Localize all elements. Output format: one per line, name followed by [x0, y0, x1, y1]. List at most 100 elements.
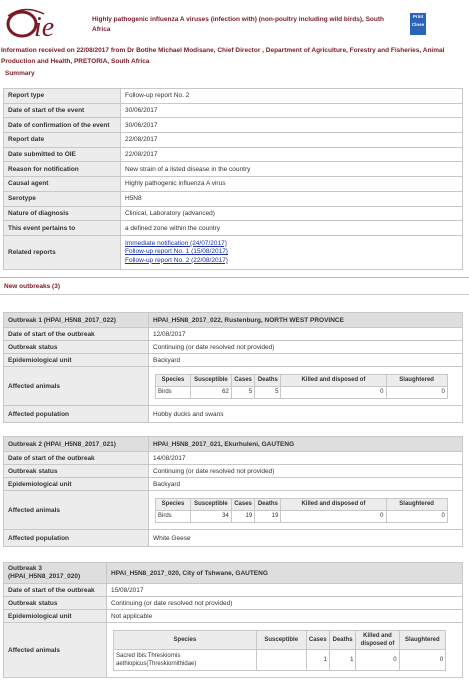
species-cell: Birds — [154, 509, 192, 523]
column-header: Slaughtered — [385, 373, 448, 387]
summary-row: Causal agent Highly pathogenic influenza … — [3, 176, 463, 192]
deaths-cell: 1 — [328, 648, 357, 671]
outbreak-name: Outbreak 1 (HPAI_H5N8_2017_022) — [3, 312, 149, 328]
related-reports-row: Related reports Immediate notification (… — [3, 234, 463, 270]
close-label[interactable]: Close — [410, 21, 426, 29]
deaths-cell: 19 — [254, 509, 282, 523]
row-label: Affected animals — [3, 366, 149, 406]
column-header: Slaughtered — [398, 629, 447, 650]
summary-row: This event pertains to a defined zone wit… — [3, 220, 463, 236]
killed-cell: 0 — [280, 385, 387, 399]
print-close-button[interactable]: Print Close — [410, 13, 426, 35]
animals-table: Species Susceptible Cases Deaths Killed … — [154, 497, 448, 523]
report-title: Highly pathogenic influenza A viruses (i… — [92, 16, 385, 33]
row-label: Serotype — [3, 190, 121, 207]
outbreak-table: Outbreak 1 (HPAI_H5N8_2017_022) HPAI_H5N… — [3, 312, 463, 423]
column-header: Deaths — [254, 497, 282, 511]
column-header: Susceptible — [190, 497, 232, 511]
column-header: Slaughtered — [385, 497, 448, 511]
divider — [0, 294, 469, 295]
row-value: H5N8 — [120, 190, 463, 207]
summary-row: Report type Follow-up report No. 2 — [3, 88, 463, 104]
susceptible-cell — [255, 648, 307, 671]
start-date: 15/08/2017 — [106, 583, 463, 597]
summary-row: Nature of diagnosis Clinical, Laboratory … — [3, 205, 463, 222]
row-label: Date of start of the outbreak — [3, 327, 149, 341]
row-label: Date submitted to OIE — [3, 146, 121, 163]
species-cell: Birds — [154, 385, 192, 399]
affected-animals-cell: Species Susceptible Cases Deaths Killed … — [106, 622, 463, 678]
summary-row: Date submitted to OIE 22/08/2017 — [3, 146, 463, 163]
row-value: 22/08/2017 — [120, 146, 463, 163]
affected-animals-cell: Species Susceptible Cases Deaths Killed … — [148, 366, 463, 406]
column-header: Species — [154, 497, 192, 511]
outbreak-status: Continuing (or date resolved not provide… — [148, 340, 463, 354]
information-received: Information received on 22/08/2017 from … — [1, 47, 445, 65]
row-label: Report date — [3, 132, 121, 148]
column-header: Killed and disposed of — [355, 629, 400, 650]
row-value: a defined zone within the country — [120, 220, 463, 236]
animals-table: Species Susceptible Cases Deaths Killed … — [154, 373, 448, 399]
susceptible-cell: 62 — [190, 385, 232, 399]
summary-row: Serotype H5N8 — [3, 190, 463, 207]
row-label: Affected animals — [3, 490, 149, 530]
killed-cell: 0 — [355, 648, 400, 671]
row-label: Epidemiological unit — [3, 353, 149, 367]
start-date: 12/08/2017 — [148, 327, 463, 341]
summary-heading: Summary — [5, 70, 35, 77]
species-cell: Sacred Ibis:Threskiornis aethiopicus(Thr… — [113, 648, 257, 671]
row-label: Nature of diagnosis — [3, 205, 121, 222]
deaths-cell: 5 — [254, 385, 282, 399]
row-label: Outbreak status — [3, 464, 149, 478]
link-follow-up-1[interactable]: Follow-up report No. 1 (15/08/2017) — [125, 248, 458, 257]
slaughtered-cell: 0 — [385, 509, 448, 523]
row-label: Date of start of the outbreak — [3, 451, 149, 465]
divider — [0, 277, 469, 278]
column-header: Cases — [230, 373, 256, 387]
summary-row: Reason for notification New strain of a l… — [3, 161, 463, 178]
cases-cell: 5 — [230, 385, 256, 399]
svg-text:ie: ie — [34, 12, 54, 40]
row-label: Epidemiological unit — [3, 477, 149, 491]
epidemiological-unit: Backyard — [148, 477, 463, 491]
column-header: Cases — [230, 497, 256, 511]
row-value: Clinical, Laboratory (advanced) — [120, 205, 463, 222]
row-label: Outbreak status — [3, 596, 107, 610]
slaughtered-cell: 0 — [385, 385, 448, 399]
row-value: Highly pathogenic influenza A virus — [120, 176, 463, 192]
summary-row: Date of confirmation of the event 30/06/2… — [3, 117, 463, 134]
summary-row: Date of start of the event 30/06/2017 — [3, 102, 463, 119]
row-label: Affected population — [3, 405, 149, 423]
affected-population: Hobby ducks and swans — [148, 405, 463, 423]
outbreak-name: Outbreak 2 (HPAI_H5N8_2017_021) — [3, 436, 149, 452]
row-label: Reason for notification — [3, 161, 121, 178]
row-label: Related reports — [3, 234, 121, 270]
row-label: Outbreak status — [3, 340, 149, 354]
row-value: Follow-up report No. 2 — [120, 88, 463, 104]
row-label: Affected population — [3, 529, 149, 547]
slaughtered-cell: 0 — [398, 648, 447, 671]
column-header: Killed and disposed of — [280, 373, 387, 387]
start-date: 14/08/2017 — [148, 451, 463, 465]
link-immediate-notification[interactable]: Immediate notification (24/07/2017) — [125, 240, 458, 249]
row-value: 30/06/2017 — [120, 102, 463, 119]
row-label: Date of start of the event — [3, 102, 121, 119]
column-header: Killed and disposed of — [280, 497, 387, 511]
row-label: Epidemiological unit — [3, 609, 107, 623]
outbreak-status: Continuing (or date resolved not provide… — [148, 464, 463, 478]
affected-animals-cell: Species Susceptible Cases Deaths Killed … — [148, 490, 463, 530]
row-label: Date of confirmation of the event — [3, 117, 121, 134]
row-label: This event pertains to — [3, 220, 121, 236]
print-label[interactable]: Print — [410, 13, 426, 21]
row-value: 30/06/2017 — [120, 117, 463, 134]
outbreak-location: HPAI_H5N8_2017_021, Ekurhuleni, GAUTENG — [148, 436, 463, 452]
cases-cell: 19 — [230, 509, 256, 523]
link-follow-up-2[interactable]: Follow-up report No. 2 (22/08/2017) — [125, 257, 458, 266]
column-header: Cases — [305, 629, 330, 650]
outbreak-table: Outbreak 3 (HPAI_H5N8_2017_020) HPAI_H5N… — [3, 562, 463, 678]
animals-table: Species Susceptible Cases Deaths Killed … — [113, 629, 447, 671]
row-label: Affected animals — [3, 622, 107, 678]
outbreak-table: Outbreak 2 (HPAI_H5N8_2017_021) HPAI_H5N… — [3, 436, 463, 547]
page-header: ie Highly pathogenic influenza A viruses… — [0, 0, 469, 44]
epidemiological-unit: Not applicable — [106, 609, 463, 623]
